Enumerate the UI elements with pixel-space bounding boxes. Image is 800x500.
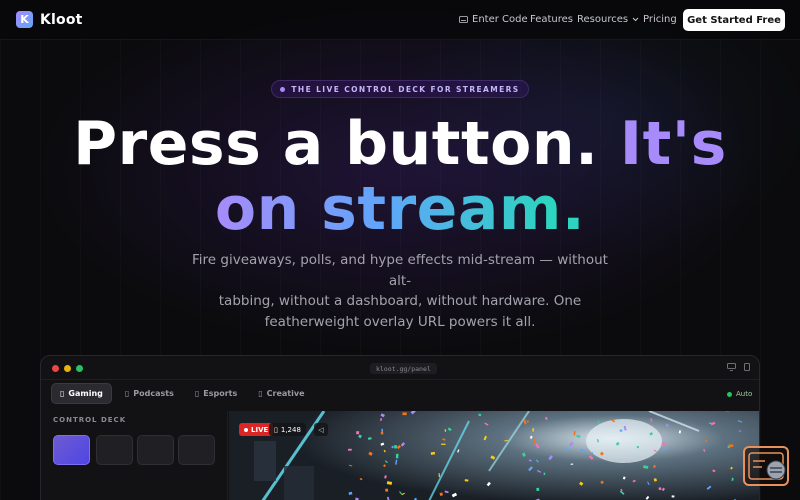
enter-code-link[interactable]: Enter Code (459, 14, 528, 25)
deck-button-1[interactable] (53, 435, 90, 465)
chat-widget-icon (748, 452, 786, 480)
tab-label: Esports (203, 389, 238, 398)
window-icons (727, 363, 750, 371)
resources-menu[interactable]: Resources (577, 14, 639, 25)
badge-dot-icon (280, 86, 286, 92)
confetti-scene-image (229, 411, 759, 500)
features-link[interactable]: Features (530, 14, 573, 25)
eyebrow-text: THE LIVE CONTROL DECK FOR STREAMERS (291, 84, 520, 94)
stream-preview: LIVE ▯ 1,248 ◁ (229, 411, 759, 500)
tab-label: Creative (266, 389, 305, 398)
status-dot-icon (727, 391, 732, 397)
deck-button-3[interactable] (137, 435, 174, 465)
tab-esports[interactable]: ▯ Esports (187, 383, 245, 404)
control-panel-preview: kloot.gg/panel ▯ Gaming ▯ Podcasts ▯ Esp… (40, 355, 760, 500)
deck-button-4[interactable] (178, 435, 215, 465)
live-dot-icon (244, 427, 248, 432)
resources-label: Resources (577, 14, 629, 25)
subtitle-line-2: tabbing, without a dashboard, without ha… (218, 293, 582, 309)
tab-label: Podcasts (133, 389, 174, 398)
close-dot-icon[interactable] (52, 365, 59, 372)
address-bar[interactable]: kloot.gg/panel (370, 363, 437, 374)
get-started-button[interactable]: Get Started Free (683, 9, 785, 31)
gamepad-icon: ▯ (60, 389, 65, 398)
palette-icon: ▯ (258, 389, 263, 398)
eye-icon: ▯ (274, 425, 278, 434)
auto-label: Auto (736, 390, 753, 398)
subtitle-line-3: featherweight overlay URL powers it all. (264, 313, 536, 330)
phone-icon[interactable] (744, 363, 750, 371)
eyebrow-badge: THE LIVE CONTROL DECK FOR STREAMERS (271, 80, 529, 98)
tab-podcasts[interactable]: ▯ Podcasts (117, 383, 182, 404)
tab-gaming[interactable]: ▯ Gaming (51, 383, 112, 404)
headline-line-2: on stream. (0, 177, 800, 241)
chevron-down-icon (632, 17, 639, 22)
headline-part-1: Press a button. (73, 109, 620, 179)
logo[interactable]: K Kloot (16, 11, 83, 28)
tab-label: Gaming (68, 389, 103, 398)
tab-creative[interactable]: ▯ Creative (250, 383, 312, 404)
window-titlebar: kloot.gg/panel (41, 356, 759, 380)
monitor-icon[interactable] (727, 363, 736, 371)
floating-widget-button[interactable] (743, 446, 789, 486)
deck-heading: CONTROL DECK (53, 416, 127, 424)
deck-button-2[interactable] (96, 435, 133, 465)
minimize-dot-icon[interactable] (64, 365, 71, 372)
top-navbar: K Kloot Enter Code Features Resources Pr… (0, 0, 800, 40)
viewer-count-value: 1,248 (280, 425, 301, 434)
viewer-count: ▯ 1,248 (269, 423, 306, 436)
volume-icon[interactable]: ◁ (314, 423, 328, 436)
headline-line-1: Press a button. It's (0, 112, 800, 176)
brand-name: Kloot (40, 11, 83, 28)
trophy-icon: ▯ (194, 389, 200, 398)
pricing-link[interactable]: Pricing (643, 14, 677, 25)
headline-part-3: on stream. (214, 174, 586, 244)
enter-code-label: Enter Code (472, 14, 528, 25)
hero-subtitle: Fire giveaways, polls, and hype effects … (180, 250, 620, 332)
mic-icon: ▯ (124, 389, 130, 398)
logo-icon: K (16, 11, 33, 28)
category-tabs: ▯ Gaming ▯ Podcasts ▯ Esports ▯ Creative (51, 383, 313, 404)
headline-part-2: It's (619, 109, 727, 179)
maximize-dot-icon[interactable] (76, 365, 83, 372)
auto-toggle[interactable]: Auto (727, 390, 752, 398)
keyboard-icon (459, 16, 468, 23)
live-label: LIVE (251, 425, 269, 434)
subtitle-line-1: Fire giveaways, polls, and hype effects … (192, 252, 608, 289)
